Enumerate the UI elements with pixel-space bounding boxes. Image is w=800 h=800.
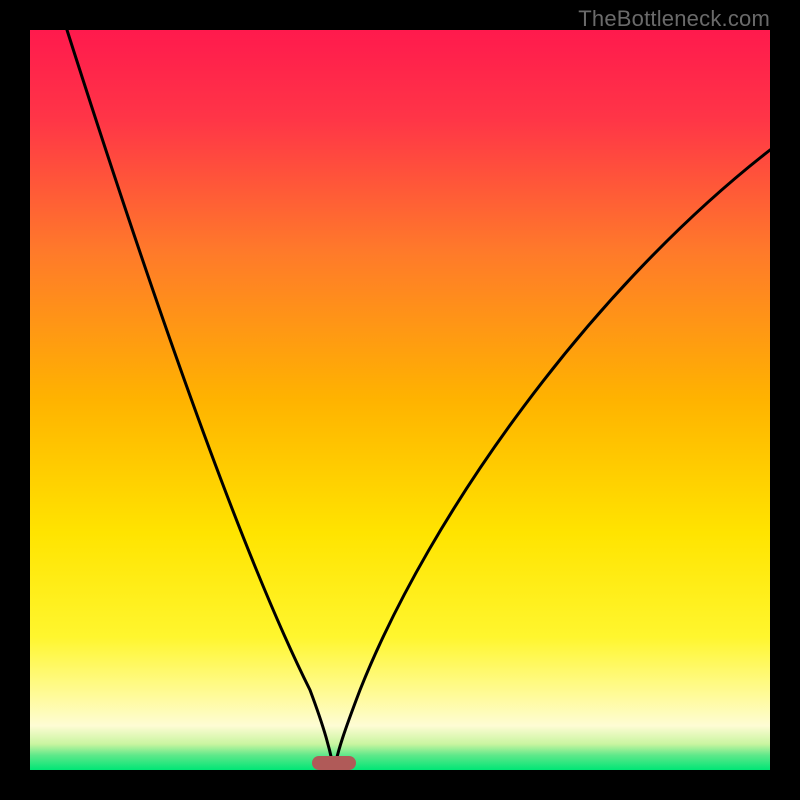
chart-frame [0,0,800,800]
